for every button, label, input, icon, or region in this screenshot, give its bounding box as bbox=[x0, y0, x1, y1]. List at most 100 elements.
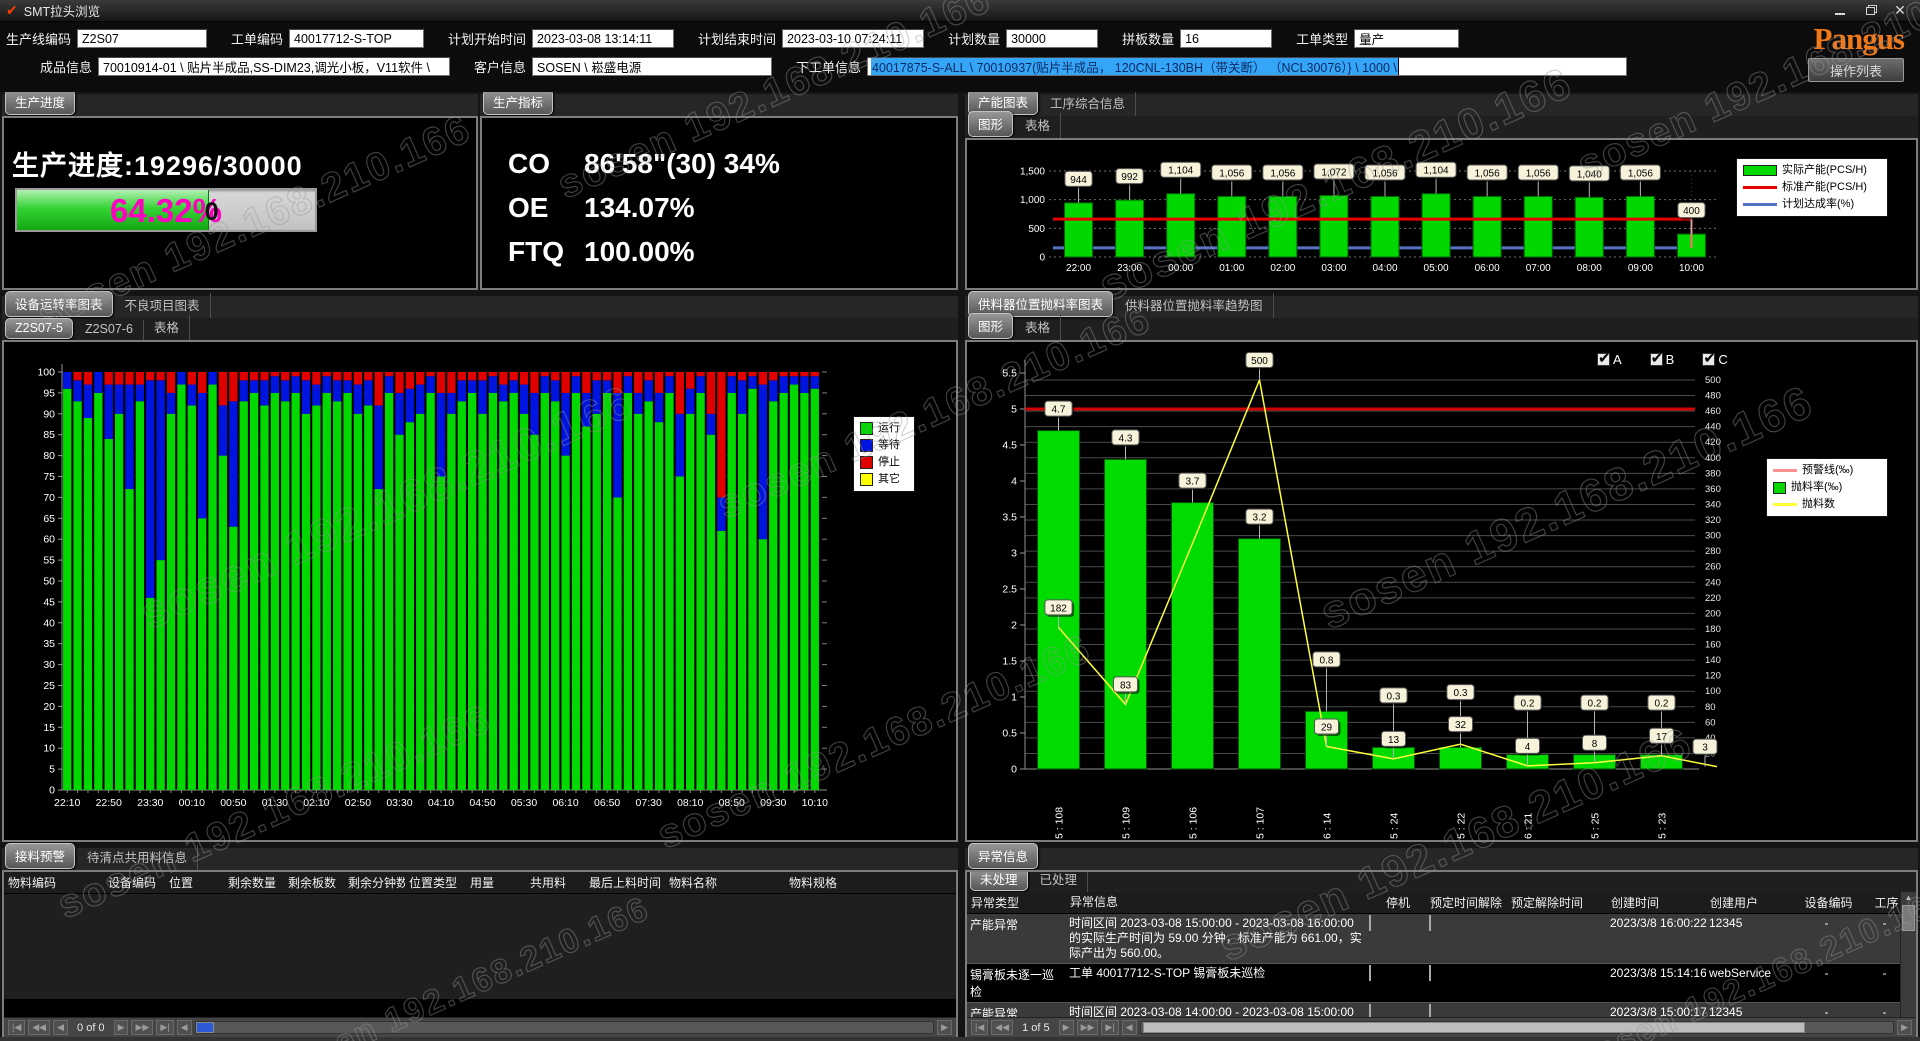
svg-text:240: 240 bbox=[1705, 577, 1721, 588]
svg-text:992: 992 bbox=[1121, 172, 1138, 183]
restore-button[interactable] bbox=[1862, 4, 1878, 18]
scrollbar-thumb[interactable] bbox=[1143, 1022, 1805, 1033]
module-checkbox-c[interactable]: ✔C bbox=[1702, 352, 1727, 367]
vscroll-thumb[interactable] bbox=[1902, 905, 1915, 931]
first-page-button[interactable]: |◀ bbox=[971, 1020, 988, 1035]
svg-text:90: 90 bbox=[43, 408, 55, 420]
fast-next-button[interactable]: ▶▶ bbox=[131, 1020, 153, 1035]
col-scheduled-release-time[interactable]: 预定解除时间 bbox=[1507, 894, 1607, 911]
scrollbar-thumb[interactable] bbox=[196, 1022, 214, 1033]
horizontal-scrollbar[interactable] bbox=[1140, 1021, 1894, 1034]
scroll-left-button[interactable]: ◀ bbox=[177, 1020, 192, 1035]
subtab-table[interactable]: 表格 bbox=[1015, 113, 1061, 138]
svg-text:00:10: 00:10 bbox=[179, 797, 205, 809]
stop-checkbox[interactable] bbox=[1369, 965, 1371, 981]
module-checkbox-a[interactable]: ✔A bbox=[1597, 352, 1622, 367]
last-page-button[interactable]: ▶| bbox=[1101, 1020, 1118, 1035]
prev-page-button[interactable]: ◀ bbox=[53, 1020, 68, 1035]
first-page-button[interactable]: |◀ bbox=[8, 1020, 25, 1035]
col-abnormal-info[interactable]: 异常信息 bbox=[1066, 895, 1366, 910]
next-page-button[interactable]: ▶ bbox=[1059, 1020, 1074, 1035]
actions-list-button[interactable]: 操作列表 bbox=[1808, 58, 1904, 82]
line-code-input[interactable] bbox=[77, 29, 207, 48]
tab-production-metrics[interactable]: 生产指标 bbox=[483, 89, 553, 115]
svg-text:160: 160 bbox=[1705, 640, 1721, 651]
tab-shared-material[interactable]: 待清点共用料信息 bbox=[77, 845, 198, 870]
svg-text:30: 30 bbox=[43, 659, 55, 671]
plan-qty-input[interactable] bbox=[1006, 29, 1098, 48]
col-created-user[interactable]: 创建用户 bbox=[1706, 894, 1784, 911]
col-position[interactable]: 位置 bbox=[165, 874, 224, 891]
plan-start-input[interactable] bbox=[532, 29, 674, 48]
svg-text:4: 4 bbox=[1011, 476, 1017, 488]
fast-prev-button[interactable]: ◀◀ bbox=[28, 1020, 50, 1035]
stop-checkbox[interactable] bbox=[1369, 915, 1371, 931]
col-scheduled-release[interactable]: 预定时间解除 bbox=[1426, 894, 1507, 911]
scroll-right-button[interactable]: ▶ bbox=[1897, 1020, 1912, 1035]
svg-text:5 : 25: 5 : 25 bbox=[1590, 813, 1602, 839]
tab-throwrate-trend[interactable]: 供料器位置抛料率趋势图 bbox=[1115, 293, 1274, 318]
field-panel-qty: 拼板数量 bbox=[1122, 29, 1272, 48]
subtab-graph[interactable]: 图形 bbox=[968, 313, 1013, 339]
subtab-unhandled[interactable]: 未处理 bbox=[970, 870, 1028, 891]
product-info-input[interactable] bbox=[98, 57, 450, 76]
next-order-input[interactable]: 40017875-S-ALL \ 70010937(贴片半成品， 120CNL-… bbox=[867, 57, 1627, 76]
col-created-time[interactable]: 创建时间 bbox=[1607, 894, 1706, 911]
col-device-code[interactable]: 设备编码 bbox=[1784, 894, 1869, 911]
scroll-right-button[interactable]: ▶ bbox=[937, 1020, 952, 1035]
col-remaining-minutes[interactable]: 剩余分钟数 bbox=[344, 874, 405, 891]
scroll-left-button[interactable]: ◀ bbox=[1122, 1020, 1137, 1035]
svg-text:22:00: 22:00 bbox=[1066, 263, 1091, 274]
abnormal-pager: |◀ ◀◀ 1 of 5 ▶ ▶▶ ▶| ◀ ▶ bbox=[967, 1017, 1916, 1037]
plan-end-input[interactable] bbox=[782, 29, 924, 48]
tab-material-warning[interactable]: 接料预警 bbox=[5, 843, 75, 869]
fast-next-button[interactable]: ▶▶ bbox=[1077, 1020, 1099, 1035]
module-checkbox-b[interactable]: ✔B bbox=[1650, 352, 1675, 367]
col-stop-machine[interactable]: 停机 bbox=[1366, 894, 1426, 911]
table-row[interactable]: 产能异常 时间区间 2023-03-08 15:00:00 - 2023-03-… bbox=[967, 914, 1900, 964]
tab-runrate-chart[interactable]: 设备运转率图表 bbox=[5, 291, 113, 317]
tab-production-progress[interactable]: 生产进度 bbox=[5, 89, 75, 115]
table-row-selected[interactable]: 锡膏板未逐一巡检 工单 40017712-S-TOP 锡膏板未巡检 2023/3… bbox=[967, 964, 1900, 1003]
tab-abnormal-info[interactable]: 异常信息 bbox=[968, 843, 1038, 869]
subtab-table[interactable]: 表格 bbox=[1015, 315, 1061, 340]
col-material-spec[interactable]: 物料规格 bbox=[785, 874, 956, 891]
close-button[interactable]: ✕ bbox=[1892, 4, 1908, 18]
release-checkbox[interactable] bbox=[1429, 965, 1431, 981]
svg-text:80: 80 bbox=[43, 450, 55, 462]
workorder-code-input[interactable] bbox=[289, 29, 424, 48]
panel-qty-input[interactable] bbox=[1180, 29, 1272, 48]
fast-prev-button[interactable]: ◀◀ bbox=[991, 1020, 1013, 1035]
progress-tabrow: 生产进度 bbox=[2, 94, 478, 116]
svg-text:420: 420 bbox=[1705, 437, 1721, 448]
progress-text: 生产进度:19296/30000 bbox=[12, 144, 476, 183]
subtab-handled[interactable]: 已处理 bbox=[1030, 870, 1089, 892]
col-material-code[interactable]: 物料编码 bbox=[4, 874, 104, 891]
vscroll-track[interactable] bbox=[1901, 903, 1916, 1024]
next-page-button[interactable]: ▶ bbox=[114, 1020, 129, 1035]
vertical-scrollbar[interactable]: ▲ ▼ bbox=[1900, 892, 1916, 1035]
col-abnormal-type[interactable]: 异常类型 bbox=[967, 894, 1066, 911]
order-type-input[interactable] bbox=[1354, 29, 1459, 48]
subtab-graph[interactable]: 图形 bbox=[968, 111, 1013, 137]
col-material-name[interactable]: 物料名称 bbox=[665, 874, 785, 891]
col-remaining-qty[interactable]: 剩余数量 bbox=[224, 874, 284, 891]
customer-info-input[interactable] bbox=[532, 57, 772, 76]
subtab-z2s07-6[interactable]: Z2S07-6 bbox=[75, 320, 144, 340]
col-last-load-time[interactable]: 最后上料时间 bbox=[585, 874, 665, 891]
col-position-type[interactable]: 位置类型 bbox=[405, 874, 466, 891]
last-page-button[interactable]: ▶| bbox=[156, 1020, 173, 1035]
col-process[interactable]: 工序 bbox=[1869, 894, 1900, 911]
subtab-z2s07-5[interactable]: Z2S07-5 bbox=[5, 318, 73, 339]
svg-text:2.5: 2.5 bbox=[1002, 584, 1017, 596]
col-device-code[interactable]: 设备编码 bbox=[104, 874, 165, 891]
minimize-button[interactable] bbox=[1832, 4, 1848, 18]
horizontal-scrollbar[interactable] bbox=[195, 1021, 935, 1034]
scroll-up-button[interactable]: ▲ bbox=[1905, 893, 1913, 903]
release-checkbox[interactable] bbox=[1429, 915, 1431, 931]
svg-text:460: 460 bbox=[1705, 406, 1721, 417]
col-remaining-boards[interactable]: 剩余板数 bbox=[284, 874, 344, 891]
col-shared[interactable]: 共用料 bbox=[526, 874, 585, 891]
subtab-table[interactable]: 表格 bbox=[144, 315, 190, 340]
col-usage[interactable]: 用量 bbox=[466, 874, 526, 891]
